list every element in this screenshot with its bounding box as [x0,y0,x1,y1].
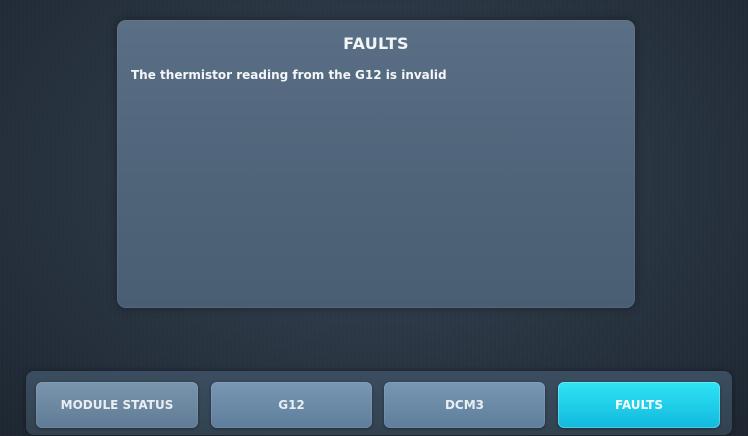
fault-message: The thermistor reading from the G12 is i… [131,68,447,82]
tab-dcm3[interactable]: DCM3 [384,382,545,428]
faults-panel: FAULTS The thermistor reading from the G… [117,20,635,308]
display-screen: FAULTS The thermistor reading from the G… [0,0,748,436]
tab-g12[interactable]: G12 [211,382,372,428]
panel-title: FAULTS [343,34,409,53]
bottom-tab-bar: MODULE STATUS G12 DCM3 FAULTS [26,371,732,435]
fault-list: The thermistor reading from the G12 is i… [131,67,447,83]
tab-faults[interactable]: FAULTS [558,382,720,428]
tab-module-status[interactable]: MODULE STATUS [36,382,198,428]
